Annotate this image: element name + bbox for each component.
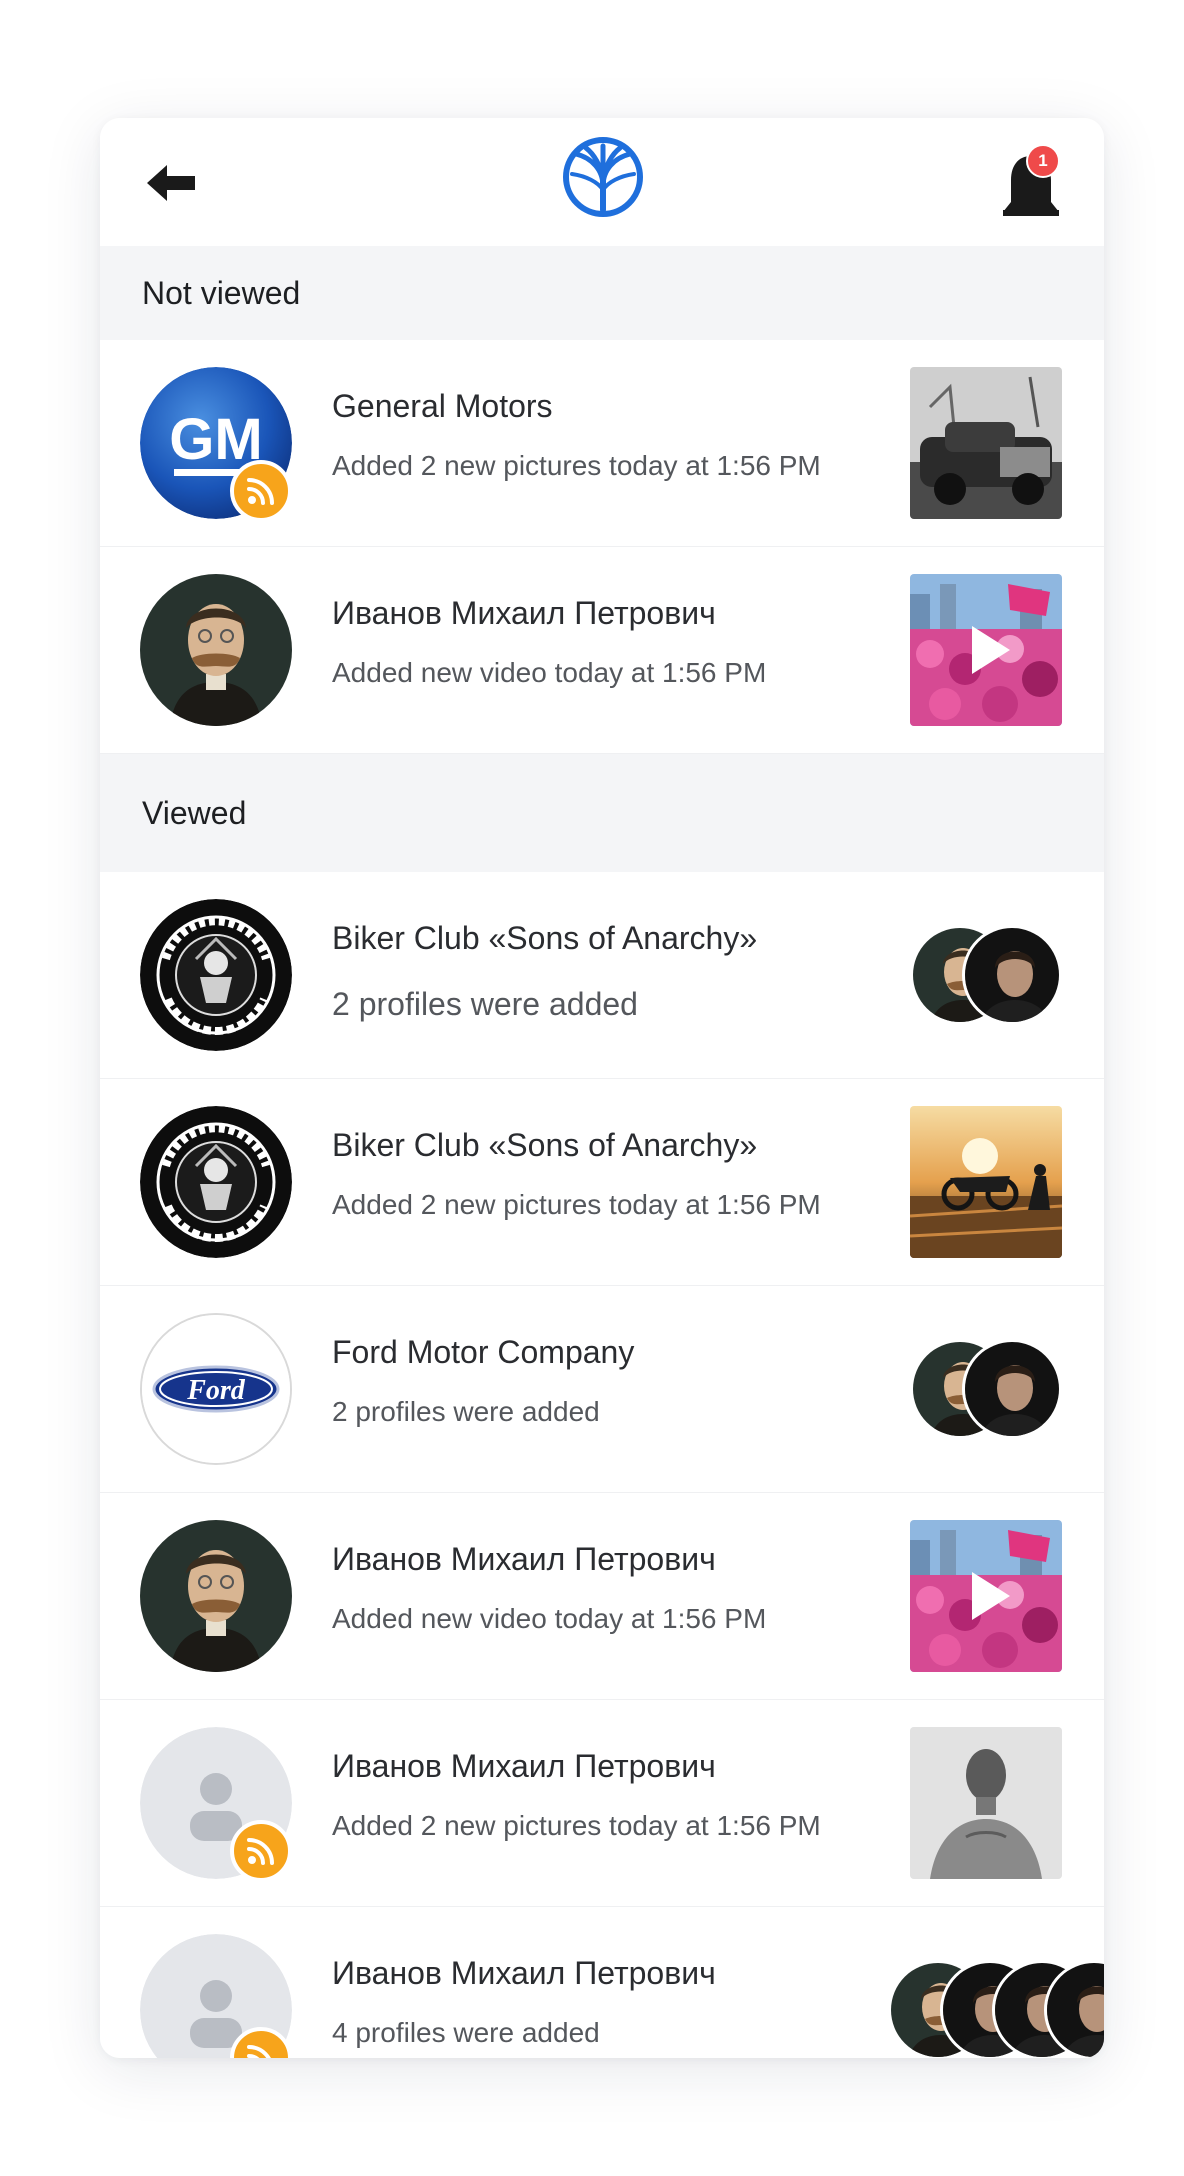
item-title: Иванов Михаил Петрович (332, 595, 716, 631)
list-item[interactable]: Иванов Михаил Петрович 4 profiles were a… (100, 1907, 1104, 2058)
item-title: Иванов Михаил Петрович (332, 1541, 716, 1577)
added-profiles[interactable] (884, 1960, 1104, 2058)
item-title: Иванов Михаил Петрович (332, 1748, 716, 1784)
item-subtitle: Added new video today at 1:56 PM (332, 657, 767, 688)
item-subtitle: Added new video today at 1:56 PM (332, 1603, 767, 1634)
avatar (140, 1106, 292, 1258)
item-title: Иванов Михаил Петрович (332, 1955, 716, 1991)
item-subtitle: Added 2 new pictures today at 1:56 PM (332, 450, 821, 481)
avatar (962, 1339, 1062, 1439)
arrow-left-icon (147, 165, 195, 201)
video-thumbnail[interactable] (910, 574, 1062, 726)
notifications-screen: 1 Not viewed GM General Motors Added 2 n… (100, 118, 1104, 2058)
list-item[interactable]: Biker Club «Sons of Anarchy» 2 profiles … (100, 872, 1104, 1079)
video-thumbnail[interactable] (910, 1520, 1062, 1672)
back-button[interactable] (144, 156, 198, 210)
item-title: Biker Club «Sons of Anarchy» (332, 920, 758, 956)
list-item[interactable]: Ford Ford Motor Company 2 profiles were … (100, 1286, 1104, 1493)
list-item[interactable]: GM General Motors Added 2 new pictures t… (100, 340, 1104, 547)
section-header-viewed: Viewed (100, 754, 1104, 872)
item-title: General Motors (332, 388, 553, 424)
photo-thumbnail[interactable] (910, 1727, 1062, 1879)
photo-thumbnail[interactable] (910, 1106, 1062, 1258)
item-subtitle: Added 2 new pictures today at 1:56 PM (332, 1189, 821, 1220)
svg-text:Ford: Ford (186, 1375, 246, 1406)
rss-icon (230, 460, 292, 522)
item-title: Ford Motor Company (332, 1334, 635, 1370)
app-header: 1 (100, 118, 1104, 246)
item-subtitle: 2 profiles were added (332, 1396, 600, 1427)
notification-count-badge: 1 (1026, 144, 1060, 178)
avatar (140, 574, 292, 726)
list-item[interactable]: Иванов Михаил Петрович Added new video t… (100, 1493, 1104, 1700)
notifications-button[interactable]: 1 (1000, 144, 1066, 218)
list-item[interactable]: Biker Club «Sons of Anarchy» Added 2 new… (100, 1079, 1104, 1286)
list-item[interactable]: Иванов Михаил Петрович Added new video t… (100, 547, 1104, 754)
item-title: Biker Club «Sons of Anarchy» (332, 1127, 758, 1163)
added-profiles[interactable] (842, 925, 1062, 1025)
item-subtitle: 2 profiles were added (332, 986, 638, 1022)
tree-logo-icon[interactable] (562, 136, 644, 218)
avatar: Ford (140, 1313, 292, 1465)
avatar (962, 925, 1062, 1025)
item-subtitle: 4 profiles were added (332, 2017, 600, 2048)
added-profiles[interactable] (842, 1339, 1062, 1439)
section-header-not-viewed: Not viewed (100, 246, 1104, 340)
rss-icon (230, 1820, 292, 1882)
avatar (140, 1520, 292, 1672)
avatar (140, 899, 292, 1051)
list-item[interactable]: Иванов Михаил Петрович Added 2 new pictu… (100, 1700, 1104, 1907)
item-subtitle: Added 2 new pictures today at 1:56 PM (332, 1810, 821, 1841)
photo-thumbnail[interactable] (910, 367, 1062, 519)
